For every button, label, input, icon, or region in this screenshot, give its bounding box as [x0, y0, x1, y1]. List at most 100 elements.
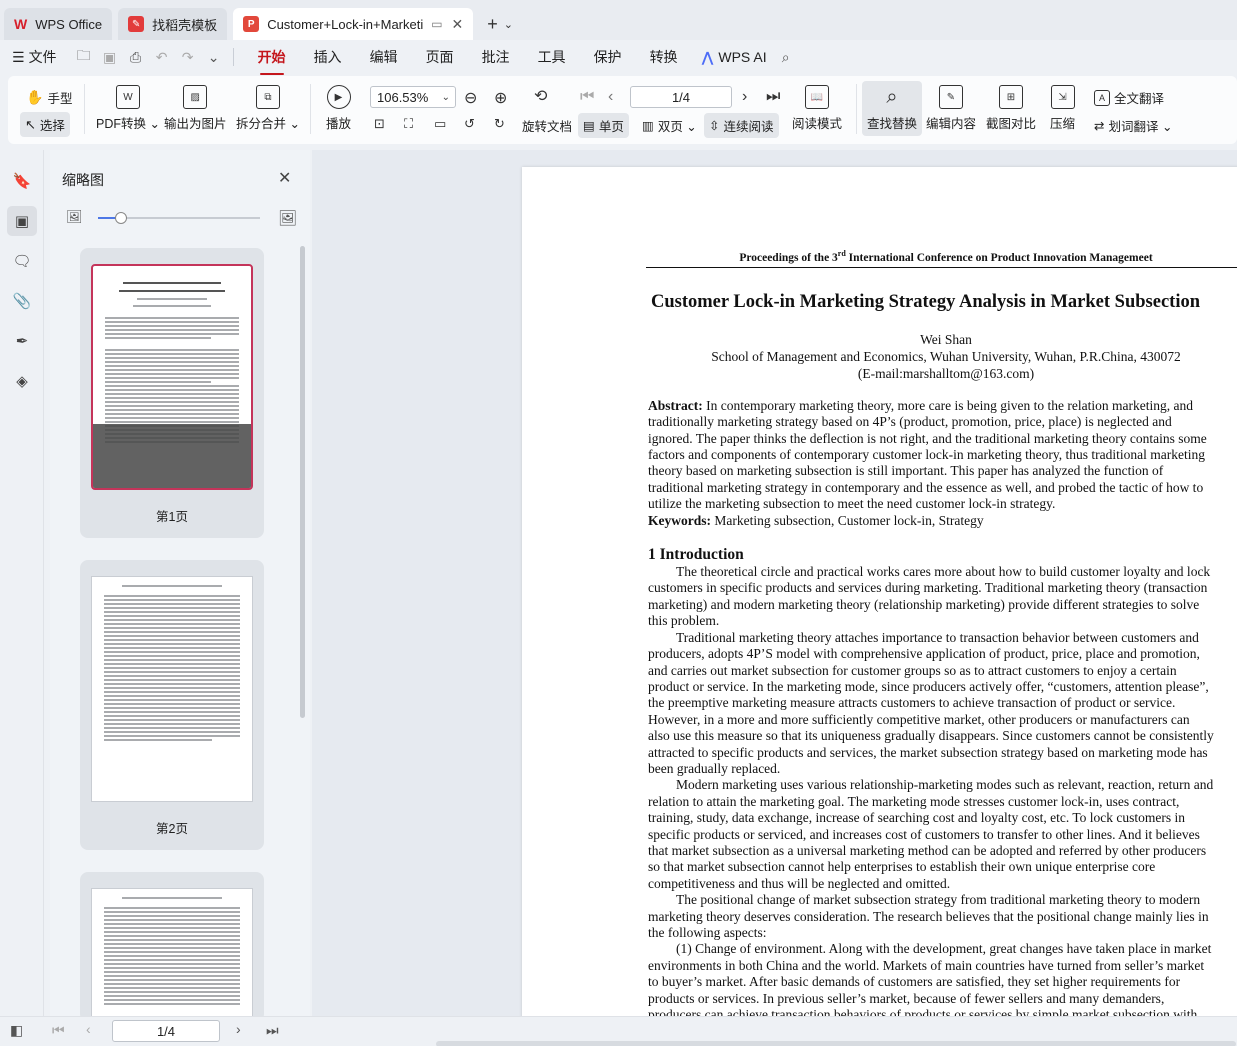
tab-insert[interactable]: 插入: [314, 43, 342, 71]
zoom-select[interactable]: 106.53% ⌄: [370, 86, 456, 108]
monitor-icon[interactable]: ▭: [431, 17, 442, 31]
export-image-label: 输出为图片: [164, 117, 227, 131]
select-tool-button[interactable]: ↖ 选择: [20, 112, 70, 137]
thumbnail-label: 第1页: [156, 510, 188, 524]
last-page-icon[interactable]: ⏭: [766, 88, 780, 106]
rotate-document-button[interactable]: 旋转文档: [522, 116, 572, 135]
export-image-button[interactable]: ▨ 输出为图片: [164, 85, 227, 132]
edit-content-button[interactable]: ✎ 编辑内容: [926, 85, 976, 132]
new-tab-button[interactable]: + ⌄: [479, 8, 521, 40]
body-line: environments in both China and the world…: [648, 957, 1205, 973]
first-page-icon[interactable]: ⏮: [52, 1022, 65, 1039]
tab-tools[interactable]: 工具: [538, 43, 566, 71]
thumbnail-icon[interactable]: ▣: [7, 206, 37, 236]
author-affiliation: School of Management and Economics, Wuha…: [711, 348, 1181, 364]
comment-icon[interactable]: 🗨: [7, 246, 37, 276]
file-menu[interactable]: ☰ 文件: [12, 47, 57, 67]
fit-page-icon[interactable]: ⛶: [404, 116, 413, 132]
file-menu-label: 文件: [28, 49, 57, 65]
rotate-left-icon[interactable]: ↺: [464, 116, 475, 132]
document-viewer[interactable]: Proceedings of the 3rd International Con…: [312, 150, 1237, 1016]
first-page-icon[interactable]: ⏮: [580, 88, 594, 106]
close-tab-icon[interactable]: ✕: [451, 16, 463, 33]
tab-edit[interactable]: 编辑: [370, 43, 398, 71]
reading-mode-button[interactable]: 📖 阅读模式: [792, 85, 842, 132]
body-line: that market subsection as a universal ma…: [648, 842, 1207, 858]
screenshot-compare-button[interactable]: ⊞ 截图对比: [986, 85, 1036, 132]
pdf-convert-button[interactable]: W PDF转换 ⌄: [96, 85, 160, 132]
tab-home[interactable]: 开始: [258, 43, 286, 75]
divider: [310, 84, 311, 134]
screenshot-compare-icon: ⊞: [999, 85, 1023, 109]
horizontal-scrollbar[interactable]: [436, 1041, 1236, 1046]
word-translate-button[interactable]: ⇄ 划词翻译 ⌄: [1094, 116, 1172, 135]
zoom-in-icon[interactable]: ⊕: [494, 88, 507, 108]
thumbnail-size-slider[interactable]: [98, 212, 260, 224]
tab-pdf-document[interactable]: P Customer+Lock-in+Marketi ▭ ✕: [233, 8, 474, 40]
slider-handle[interactable]: [115, 212, 127, 224]
save-icon[interactable]: ▣: [101, 48, 119, 66]
side-rail: 🔖 ▣ 🗨 📎 ✒ ◈: [0, 150, 44, 1016]
tab-wps-office[interactable]: W WPS Office: [4, 8, 113, 40]
full-translate-button[interactable]: A 全文翻译: [1094, 88, 1164, 107]
actual-size-icon[interactable]: ⊡: [374, 116, 385, 132]
prev-page-icon[interactable]: ‹: [608, 88, 613, 106]
undo-icon[interactable]: ↶: [153, 48, 171, 66]
open-folder-icon[interactable]: 🗀: [75, 47, 93, 66]
layers-icon[interactable]: ◈: [7, 366, 37, 396]
print-icon[interactable]: ⎙: [127, 48, 145, 66]
double-page-button[interactable]: ▥ 双页 ⌄: [642, 116, 697, 135]
close-icon[interactable]: ✕: [278, 168, 291, 188]
split-merge-button[interactable]: ⧉ 拆分合并 ⌄: [236, 85, 300, 132]
prev-page-icon[interactable]: ‹: [86, 1021, 91, 1037]
page-number-input[interactable]: 1/4: [630, 86, 732, 108]
thumbnail-page-3[interactable]: [80, 872, 264, 1028]
hand-tool-button[interactable]: ✋ 手型: [26, 88, 72, 107]
full-translate-label: 全文翻译: [1114, 92, 1165, 106]
continuous-reading-button[interactable]: ⇳ 连续阅读: [704, 113, 779, 138]
divider: [232, 48, 234, 66]
find-replace-label: 查找替换: [867, 117, 918, 131]
play-label: 播放: [326, 117, 352, 131]
next-page-icon[interactable]: ›: [742, 88, 747, 106]
pdf-convert-icon: W: [115, 85, 140, 109]
double-page-label: 双页 ⌄: [657, 120, 697, 134]
rotate-icon[interactable]: ⟲: [534, 86, 547, 106]
search-icon[interactable]: ⌕: [777, 48, 795, 66]
play-button[interactable]: ▶ 播放: [326, 85, 351, 132]
single-page-button[interactable]: ▤ 单页: [578, 113, 629, 138]
menu-bar: ☰ 文件 🗀 ▣ ⎙ ↶ ↷ ⌄ 开始 插入 编辑 页面 批注 工具 保护 转换…: [0, 40, 1237, 75]
tab-convert[interactable]: 转换: [650, 43, 678, 71]
redo-icon[interactable]: ↷: [179, 48, 197, 66]
compress-button[interactable]: ⇲ 压缩: [1050, 85, 1075, 132]
signature-icon[interactable]: ✒: [7, 326, 37, 356]
chevron-down-icon[interactable]: ⌄: [504, 18, 513, 31]
wps-ai-button[interactable]: ⋀ WPS AI: [702, 49, 767, 66]
more-chevron-icon[interactable]: ⌄: [205, 48, 223, 66]
tab-annotate[interactable]: 批注: [482, 43, 510, 71]
sidebar-toggle-icon[interactable]: ◧: [10, 1022, 23, 1039]
tab-protect[interactable]: 保护: [594, 43, 622, 71]
double-page-icon: ▥: [642, 119, 654, 133]
rotate-right-icon[interactable]: ↻: [494, 116, 505, 132]
body-line: customers in specific products and servi…: [648, 580, 1208, 596]
body-line: producers can achieve transaction behavi…: [648, 1007, 1198, 1016]
thumbnail-label: 第2页: [156, 822, 188, 836]
thumbnail-page-1[interactable]: 第1页: [80, 248, 264, 538]
tab-page[interactable]: 页面: [426, 43, 454, 71]
tab-daoke-templates[interactable]: ✎ 找稻壳模板: [118, 8, 228, 40]
daoke-logo-icon: ✎: [128, 16, 145, 32]
thumbnail-scrollbar[interactable]: [300, 246, 305, 718]
zoom-out-icon[interactable]: ⊖: [464, 88, 477, 108]
status-page-input[interactable]: 1/4: [112, 1020, 220, 1042]
find-replace-button[interactable]: ⌕ 查找替换: [862, 81, 923, 136]
attachment-icon[interactable]: 📎: [7, 286, 37, 316]
abstract: Abstract: In contemporary marketing theo…: [648, 398, 1237, 513]
body-line: However, in a more and more sufficiently…: [648, 711, 1190, 727]
fit-width-icon[interactable]: ▭: [434, 116, 446, 132]
thumbnail-page-2[interactable]: 第2页: [80, 560, 264, 850]
next-page-icon[interactable]: ›: [236, 1021, 241, 1037]
last-page-icon[interactable]: ⏭: [266, 1022, 279, 1039]
bookmark-icon[interactable]: 🔖: [7, 166, 37, 196]
divider: [856, 84, 857, 134]
